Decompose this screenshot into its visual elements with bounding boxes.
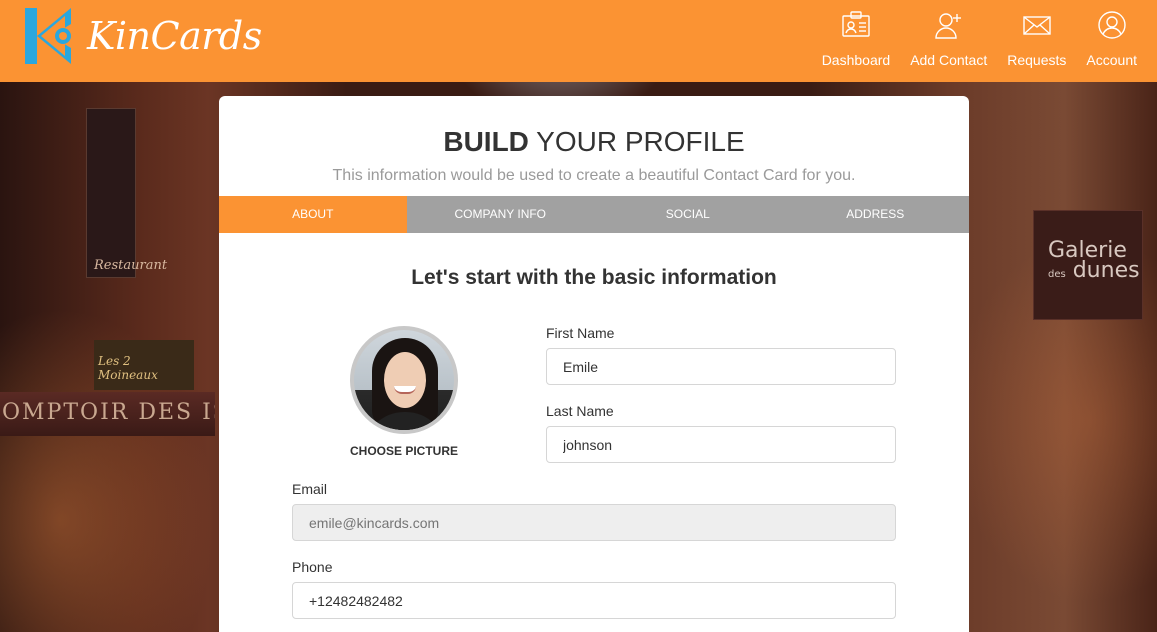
email-label: Email bbox=[292, 481, 328, 497]
awning: OMPTOIR DES ISLES bbox=[0, 392, 215, 436]
app-name: KinCards bbox=[87, 14, 262, 58]
profile-tabs: ABOUT COMPANY INFO SOCIAL ADDRESS bbox=[219, 196, 969, 233]
page-title: BUILD YOUR PROFILE bbox=[219, 126, 969, 158]
title-bold: BUILD bbox=[443, 126, 529, 157]
phone-field[interactable] bbox=[292, 582, 896, 619]
last-name-field[interactable] bbox=[546, 426, 896, 463]
shop-sign: Les 2 Moineaux bbox=[94, 340, 194, 390]
email-field bbox=[292, 504, 896, 541]
nav-dashboard[interactable]: Dashboard bbox=[812, 0, 901, 68]
nav-add-contact[interactable]: Add Contact bbox=[900, 0, 997, 68]
id-card-icon bbox=[842, 11, 870, 37]
nav-add-contact-label: Add Contact bbox=[910, 52, 988, 68]
gallery-line2: dunes bbox=[1072, 258, 1140, 283]
envelope-icon bbox=[1023, 16, 1051, 35]
section-heading: Let's start with the basic information bbox=[411, 266, 777, 289]
nav-account-label: Account bbox=[1086, 52, 1137, 68]
logo-mark-icon bbox=[23, 6, 73, 66]
gallery-sign: Galerie des dunes bbox=[1033, 210, 1143, 320]
avatar[interactable] bbox=[350, 326, 458, 434]
nav-dashboard-label: Dashboard bbox=[821, 52, 891, 68]
title-rest: YOUR PROFILE bbox=[528, 126, 745, 157]
first-name-label: First Name bbox=[546, 325, 615, 341]
tab-social[interactable]: SOCIAL bbox=[594, 196, 782, 233]
choose-picture-button[interactable]: CHOOSE PICTURE bbox=[329, 444, 479, 458]
tab-address[interactable]: ADDRESS bbox=[782, 196, 970, 233]
top-bar: KinCards Dashboard Add Contact Requests … bbox=[0, 0, 1157, 82]
profile-card: BUILD YOUR PROFILE This information woul… bbox=[219, 96, 969, 632]
logo[interactable]: KinCards bbox=[23, 6, 262, 66]
last-name-label: Last Name bbox=[546, 403, 614, 419]
avatar-face bbox=[384, 352, 426, 408]
nav-requests[interactable]: Requests bbox=[997, 0, 1076, 68]
first-name-field[interactable] bbox=[546, 348, 896, 385]
restaurant-sign: Restaurant bbox=[94, 258, 168, 273]
main-nav: Dashboard Add Contact Requests Account bbox=[812, 0, 1147, 68]
tab-about[interactable]: ABOUT bbox=[219, 196, 407, 233]
user-circle-icon bbox=[1098, 11, 1126, 39]
gallery-small: des bbox=[1048, 269, 1066, 280]
page-subtitle: This information would be used to create… bbox=[332, 167, 856, 184]
nav-account[interactable]: Account bbox=[1076, 0, 1147, 68]
hanging-sign bbox=[86, 108, 136, 278]
phone-label: Phone bbox=[292, 559, 333, 575]
nav-requests-label: Requests bbox=[1007, 52, 1067, 68]
tab-company-info[interactable]: COMPANY INFO bbox=[407, 196, 595, 233]
add-user-icon bbox=[935, 13, 961, 39]
